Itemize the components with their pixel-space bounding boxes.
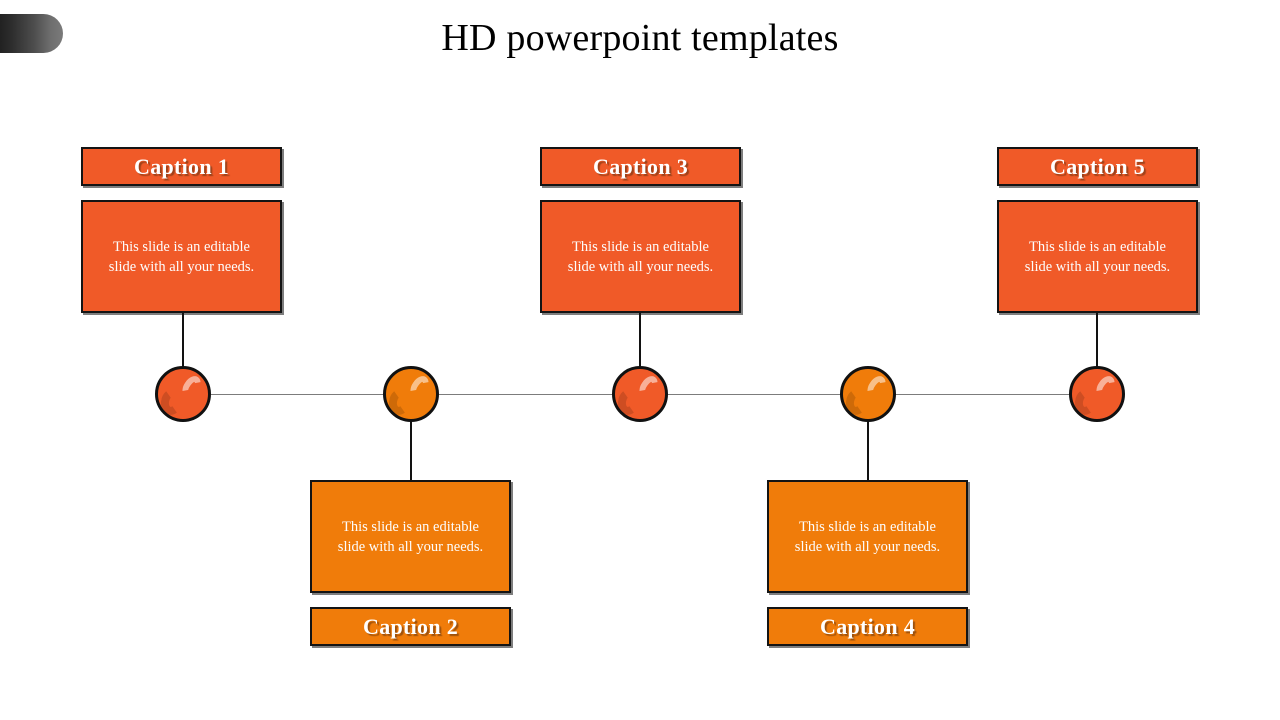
- body-text-2: This slide is an editable slide with all…: [337, 518, 484, 555]
- caption-label-1: Caption 1: [134, 153, 229, 179]
- node-highlight-icon: [178, 372, 205, 401]
- node-highlight-icon: [863, 372, 890, 401]
- node-shadow-icon: [615, 387, 642, 417]
- body-box-5[interactable]: This slide is an editable slide with all…: [997, 200, 1198, 313]
- body-box-4[interactable]: This slide is an editable slide with all…: [767, 480, 968, 593]
- connector-stem-2: [410, 420, 412, 481]
- node-highlight-icon: [1092, 372, 1119, 401]
- timeline-node-4[interactable]: [840, 366, 896, 422]
- caption-box-3[interactable]: Caption 3: [540, 147, 741, 186]
- node-shadow-icon: [158, 387, 185, 417]
- body-text-4: This slide is an editable slide with all…: [794, 518, 941, 555]
- body-text-1: This slide is an editable slide with all…: [108, 238, 255, 275]
- caption-label-4: Caption 4: [820, 613, 915, 639]
- connector-stem-5: [1096, 313, 1098, 367]
- connector-stem-1: [182, 313, 184, 367]
- slide-canvas: HD powerpoint templates Caption 1 This s…: [0, 0, 1280, 720]
- connector-stem-3: [639, 313, 641, 367]
- timeline-node-2[interactable]: [383, 366, 439, 422]
- body-box-2[interactable]: This slide is an editable slide with all…: [310, 480, 511, 593]
- body-box-1[interactable]: This slide is an editable slide with all…: [81, 200, 282, 313]
- caption-label-5: Caption 5: [1050, 153, 1145, 179]
- node-highlight-icon: [406, 372, 433, 401]
- page-title: HD powerpoint templates: [441, 17, 839, 59]
- caption-label-3: Caption 3: [593, 153, 688, 179]
- body-text-3: This slide is an editable slide with all…: [567, 238, 714, 275]
- caption-label-2: Caption 2: [363, 613, 458, 639]
- node-highlight-icon: [635, 372, 662, 401]
- timeline-node-1[interactable]: [155, 366, 211, 422]
- timeline-node-5[interactable]: [1069, 366, 1125, 422]
- connector-stem-4: [867, 420, 869, 481]
- body-box-3[interactable]: This slide is an editable slide with all…: [540, 200, 741, 313]
- node-shadow-icon: [843, 387, 870, 417]
- node-shadow-icon: [1072, 387, 1099, 417]
- caption-box-4[interactable]: Caption 4: [767, 607, 968, 646]
- caption-box-5[interactable]: Caption 5: [997, 147, 1198, 186]
- timeline-node-3[interactable]: [612, 366, 668, 422]
- body-text-5: This slide is an editable slide with all…: [1024, 238, 1171, 275]
- caption-box-1[interactable]: Caption 1: [81, 147, 282, 186]
- caption-box-2[interactable]: Caption 2: [310, 607, 511, 646]
- node-shadow-icon: [386, 387, 413, 417]
